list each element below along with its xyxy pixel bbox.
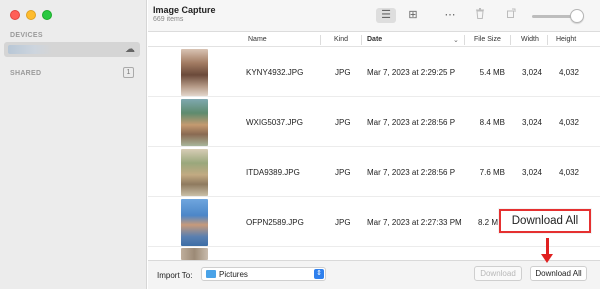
import-bar: Import To: Pictures ⇕ Download Download … bbox=[148, 260, 600, 289]
item-count: 669 items bbox=[153, 16, 184, 23]
import-destination-value: Pictures bbox=[219, 270, 248, 279]
column-header-kind[interactable]: Kind bbox=[334, 36, 348, 43]
download-button[interactable]: Download bbox=[474, 266, 522, 281]
table-header: Name Kind Date ⌄ File Size Width Height bbox=[148, 33, 600, 47]
photo-thumbnail[interactable] bbox=[181, 99, 208, 146]
shared-section-label: SHARED bbox=[10, 70, 42, 77]
file-date: Mar 7, 2023 at 2:28:56 P bbox=[367, 118, 456, 127]
table-row[interactable]: ITDA9389.JPG JPG Mar 7, 2023 at 2:28:56 … bbox=[148, 148, 600, 197]
file-width: 3,024 bbox=[521, 168, 542, 177]
file-size: 7.6 MB bbox=[479, 168, 505, 177]
photo-thumbnail[interactable] bbox=[181, 199, 208, 246]
file-date: Mar 7, 2023 at 2:28:56 P bbox=[367, 168, 456, 177]
sidebar: DEVICES ☁ SHARED 1 bbox=[0, 0, 147, 289]
cloud-icon: ☁ bbox=[125, 44, 135, 55]
column-divider[interactable] bbox=[464, 35, 465, 45]
column-header-width[interactable]: Width bbox=[521, 36, 539, 43]
file-date: Mar 7, 2023 at 2:29:25 P bbox=[367, 68, 456, 77]
trash-glyph bbox=[476, 8, 484, 19]
column-divider[interactable] bbox=[510, 35, 511, 45]
shared-count-badge[interactable]: 1 bbox=[123, 67, 134, 78]
list-view-icon[interactable]: ☰ bbox=[376, 8, 396, 23]
column-divider[interactable] bbox=[361, 35, 362, 45]
table-row[interactable]: WXIG5037.JPG JPG Mar 7, 2023 at 2:28:56 … bbox=[148, 98, 600, 147]
download-all-button[interactable]: Download All bbox=[530, 266, 587, 281]
file-height: 4,032 bbox=[558, 68, 579, 77]
photo-thumbnail[interactable] bbox=[181, 49, 208, 96]
close-window-button[interactable] bbox=[10, 10, 20, 20]
file-width: 3,024 bbox=[521, 68, 542, 77]
file-kind: JPG bbox=[335, 218, 351, 227]
column-divider[interactable] bbox=[547, 35, 548, 45]
file-size: 8.4 MB bbox=[479, 118, 505, 127]
annotation-arrow-down-icon bbox=[541, 254, 553, 263]
import-to-label: Import To: bbox=[157, 271, 193, 280]
column-header-file-size[interactable]: File Size bbox=[474, 36, 501, 43]
window-controls bbox=[10, 10, 52, 20]
photo-thumbnail[interactable] bbox=[181, 248, 208, 260]
chevron-updown-icon: ⇕ bbox=[314, 269, 324, 279]
grid-view-icon[interactable]: ⊞ bbox=[403, 8, 423, 23]
file-name: OFPN2589.JPG bbox=[246, 218, 304, 227]
column-header-name[interactable]: Name bbox=[248, 36, 267, 43]
trash-icon[interactable] bbox=[470, 8, 490, 23]
rotate-glyph bbox=[507, 8, 516, 18]
toolbar: Image Capture 669 items ☰ ⊞ ⋯ bbox=[148, 0, 600, 32]
table-row[interactable]: KYNY4932.JPG JPG Mar 7, 2023 at 2:29:25 … bbox=[148, 48, 600, 97]
file-name: KYNY4932.JPG bbox=[246, 68, 304, 77]
minimize-window-button[interactable] bbox=[26, 10, 36, 20]
import-destination-select[interactable]: Pictures ⇕ bbox=[201, 267, 326, 281]
file-date: Mar 7, 2023 at 2:27:33 PM bbox=[367, 218, 462, 227]
sort-chevron-down-icon[interactable]: ⌄ bbox=[453, 36, 459, 44]
image-capture-window: DEVICES ☁ SHARED 1 Image Capture 669 ite… bbox=[0, 0, 600, 289]
column-header-height[interactable]: Height bbox=[556, 36, 576, 43]
file-kind: JPG bbox=[335, 118, 351, 127]
file-height: 4,032 bbox=[558, 118, 579, 127]
column-header-date[interactable]: Date bbox=[367, 36, 382, 43]
download-all-callout: Download All bbox=[499, 209, 591, 233]
table-row[interactable] bbox=[148, 248, 600, 260]
folder-icon bbox=[206, 270, 216, 278]
rotate-icon[interactable] bbox=[501, 8, 521, 23]
column-divider[interactable] bbox=[320, 35, 321, 45]
file-name: WXIG5037.JPG bbox=[246, 118, 303, 127]
sidebar-item-device[interactable]: ☁ bbox=[4, 42, 140, 57]
zoom-window-button[interactable] bbox=[42, 10, 52, 20]
thumbnail-size-slider-knob[interactable] bbox=[570, 9, 584, 23]
file-kind: JPG bbox=[335, 168, 351, 177]
device-name-redacted bbox=[8, 45, 52, 54]
photo-thumbnail[interactable] bbox=[181, 149, 208, 196]
file-height: 4,032 bbox=[558, 168, 579, 177]
file-width: 3,024 bbox=[521, 118, 542, 127]
file-name: ITDA9389.JPG bbox=[246, 168, 300, 177]
window-title: Image Capture bbox=[153, 5, 216, 15]
file-size: 5.4 MB bbox=[479, 68, 505, 77]
devices-section-label: DEVICES bbox=[10, 32, 43, 39]
file-size: 8.2 M bbox=[478, 218, 499, 227]
more-icon[interactable]: ⋯ bbox=[440, 8, 460, 23]
file-kind: JPG bbox=[335, 68, 351, 77]
